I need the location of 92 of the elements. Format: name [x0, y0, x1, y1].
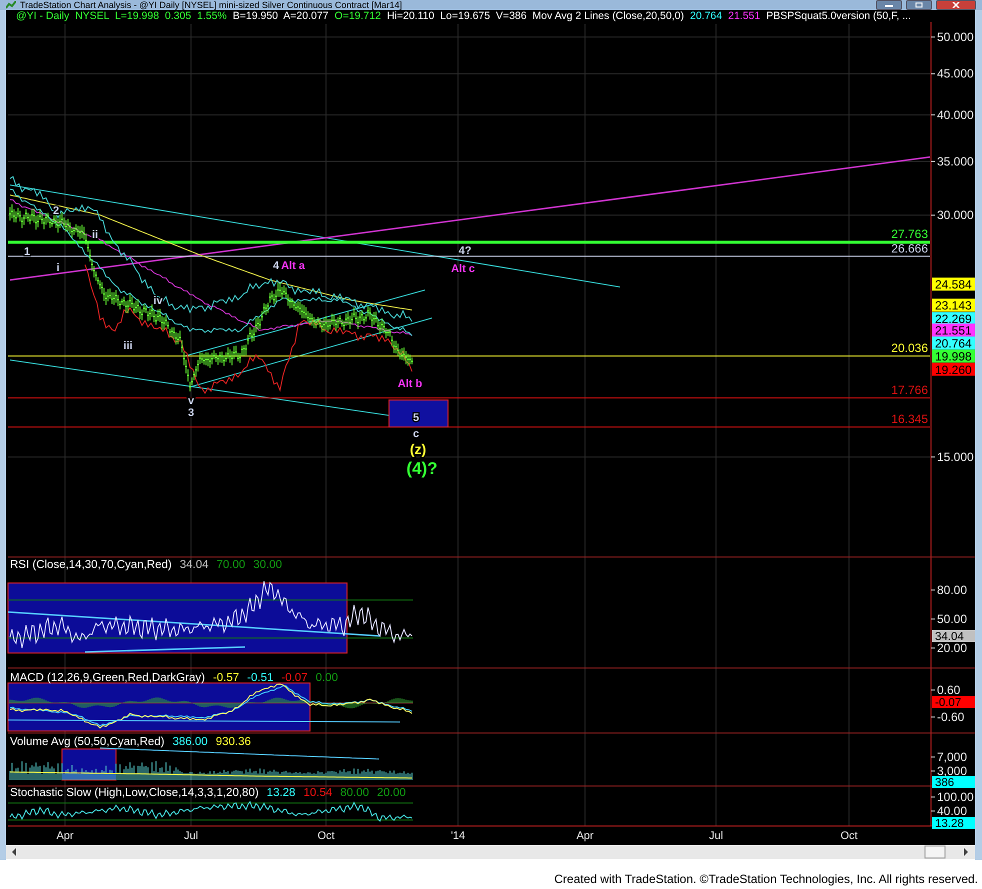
indicator-legend-text: 10.54: [303, 787, 332, 799]
wave-label: 5: [412, 412, 420, 424]
date-axis-label: '14: [450, 830, 466, 842]
indicator-value-label: 13.28: [932, 817, 975, 830]
price-axis-label: 35.000: [937, 154, 974, 168]
price-axis-label: 15.000: [937, 450, 974, 464]
close-icon: [952, 2, 960, 8]
date-axis-label: Jul: [184, 830, 198, 842]
price-axis-label: 30.000: [937, 208, 974, 222]
scroll-right-icon[interactable]: [964, 848, 968, 856]
indicator-axis-label: 50.00: [937, 612, 968, 626]
indicator-axis-label: 40.00: [937, 804, 968, 818]
indicator-axis-label: 7,000: [937, 750, 968, 764]
wave-label: c: [412, 428, 420, 440]
date-axis-label: Jul: [708, 830, 724, 842]
indicator-legend-text: Stochastic Slow (High,Low,Close,14,3,3,1,20,80): [10, 787, 259, 799]
indicator-legend-text: -0.51: [247, 672, 274, 684]
indicator-legend-text: 930.36: [216, 736, 251, 748]
horizontal-scrollbar[interactable]: [6, 845, 975, 859]
chart-legend-text: 20.764: [690, 10, 722, 22]
level-value: 20.036: [891, 340, 928, 355]
wave-label: Alt c: [451, 263, 475, 275]
indicator-legend-text: 80.00: [340, 787, 370, 799]
wave-label: 1: [24, 246, 30, 258]
chart-legend-text: @YI - Daily NYSEL L=19.998 0.305 1.55%: [16, 10, 227, 22]
wave-label: 4?: [458, 245, 472, 257]
indicator-legend-text: 13.28: [266, 787, 296, 799]
window-title: TradeStation Chart Analysis - @YI Daily [NYSEL] mini-sized Silver Continuous Contract [Mar14]: [20, 0, 402, 10]
indicator-legend-text: RSI (Close,14,30,70,Cyan,Red): [10, 559, 172, 571]
indicator-axis-label: -0.60: [937, 710, 964, 724]
indicator-axis-label: 3,000: [937, 764, 968, 778]
date-axis-label: Apr: [56, 830, 74, 842]
wave-label: 3: [188, 407, 194, 419]
indicator-axis-label: 80.00: [937, 583, 968, 597]
wave-label: i: [56, 262, 60, 274]
price-axis-label: 40.000: [937, 108, 974, 122]
target-zone-box: [388, 400, 448, 428]
indicator-value-label: 386: [932, 776, 975, 789]
price-axis-label: 45.000: [937, 66, 974, 81]
chart-legend-text: Hi=20.110 Lo=19.675 V=386 Mov Avg 2 Lines (Close,20,50,0): [386, 10, 684, 22]
level-value: 27.763: [891, 227, 928, 242]
wave-label: v: [188, 395, 194, 407]
copyright-text: Created with TradeStation. ©TradeStation Technologies, Inc. All rights reserved.: [554, 872, 978, 886]
indicator-legend-text: 30.00: [253, 559, 282, 571]
indicator-value-label: -0.07: [932, 696, 975, 709]
indicator-legend-text: Volume Avg (50,50,Cyan,Red): [10, 736, 164, 748]
level-value: 26.666: [891, 241, 928, 256]
wave-label: iv: [153, 295, 163, 307]
date-axis-label: Apr: [576, 830, 594, 842]
scrollbar-thumb[interactable]: [924, 846, 946, 858]
chart-legend-text: 21.551: [728, 10, 760, 22]
level-value: 17.766: [891, 382, 928, 397]
indicator-legend-text: 70.00: [216, 559, 246, 571]
wave-label: iii: [123, 340, 133, 352]
chart-legend-text: PBSPSquat5.0version (50,F, ...: [766, 10, 911, 22]
close-button[interactable]: [936, 0, 976, 10]
indicator-axis-label: 100.00: [937, 790, 974, 804]
wave-label: (z): [410, 441, 426, 457]
price-marker-label: 20.764: [932, 336, 975, 351]
chart-legend-text: B=19.950 A=20.077: [232, 10, 329, 22]
indicator-legend-text: 0.00: [316, 672, 338, 684]
price-axis-label: 50.000: [937, 30, 974, 44]
wave-label: Alt b: [398, 378, 422, 390]
maximize-icon: [915, 2, 923, 8]
wave-label: Alt a: [281, 260, 305, 272]
price-marker-label: 19.998: [932, 350, 975, 364]
minimize-icon: [885, 3, 893, 7]
price-marker-label: 24.584: [932, 278, 975, 292]
maximize-button[interactable]: [906, 0, 932, 10]
chart-legend-text: O=19.712: [334, 10, 381, 22]
date-axis-label: Oct: [840, 830, 858, 842]
wave-label: 4: [272, 260, 280, 272]
indicator-legend-text: 34.04: [180, 559, 208, 571]
indicator-legend-text: MACD (12,26,9,Green,Red,DarkGray): [10, 672, 205, 684]
price-marker-label: 19.260: [932, 362, 975, 377]
date-axis-label: Oct: [317, 830, 335, 842]
price-marker-label: 22.269: [932, 312, 975, 326]
price-marker-label: 21.551: [932, 324, 975, 338]
wave-label: (4)?: [406, 459, 438, 478]
minimize-button[interactable]: [876, 0, 902, 10]
indicator-legend-text: 20.00: [377, 787, 406, 799]
chart-icon: [6, 1, 16, 9]
wave-label: 2: [52, 205, 60, 217]
indicator-legend-text: 386.00: [172, 736, 208, 748]
indicator-legend-text: -0.57: [212, 672, 240, 684]
scroll-left-icon[interactable]: [12, 848, 16, 856]
indicator-axis-label: 0.60: [937, 683, 960, 697]
indicator-axis-label: 20.00: [937, 641, 968, 655]
price-marker-label: 23.143: [932, 298, 975, 313]
indicator-value-label: 34.04: [932, 630, 975, 643]
level-value: 16.345: [891, 412, 928, 426]
indicator-legend-text: -0.07: [281, 672, 308, 684]
